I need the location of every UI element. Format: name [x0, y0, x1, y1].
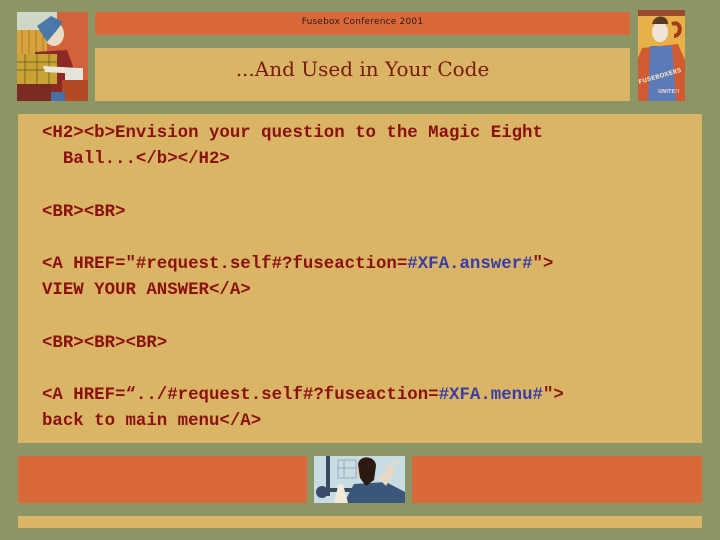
fuseboxers-unite-poster: FUSEBOXERS UNITE!! [638, 10, 685, 101]
code-line-menu-label: back to main menu</A> [42, 412, 262, 431]
code-line-menu-link: <A HREF=“../#request.self#?fuseaction=#X… [42, 383, 564, 409]
code-panel: <H2><b>Envision your question to the Mag… [18, 114, 702, 443]
title-panel: ...And Used in Your Code [95, 48, 630, 101]
code-line-br-3: <BR><BR><BR> [42, 334, 168, 353]
poster-slogan-2: UNITE!! [658, 89, 680, 95]
code-line-answer-link: <A HREF="#request.self#?fuseaction=#XFA.… [42, 252, 553, 278]
code-variable: #XFA.answer# [407, 255, 533, 274]
footer-strip [18, 516, 702, 528]
code-line-answer-label: VIEW YOUR ANSWER</A> [42, 281, 251, 300]
footer-bar-left [18, 456, 307, 503]
worker-woman-illustration [17, 12, 88, 101]
slide-title: ...And Used in Your Code [235, 57, 490, 81]
bearded-man-illustration [314, 456, 405, 503]
conference-banner: Fusebox Conference 2001 [95, 12, 630, 35]
footer-bar-right [412, 456, 702, 503]
code-text: "> [542, 386, 564, 405]
code-line-br-2: <BR><BR> [42, 203, 126, 222]
code-text: "> [532, 255, 554, 274]
conference-label: Fusebox Conference 2001 [301, 17, 424, 27]
code-text: <A HREF=“../#request.self#?fuseaction= [42, 386, 439, 405]
code-text: <A HREF="#request.self#?fuseaction= [42, 255, 408, 274]
code-variable: #XFA.menu# [438, 386, 543, 405]
code-line-h2-continued: Ball...</b></H2> [42, 150, 230, 169]
code-line-h2: <H2><b>Envision your question to the Mag… [42, 124, 543, 143]
